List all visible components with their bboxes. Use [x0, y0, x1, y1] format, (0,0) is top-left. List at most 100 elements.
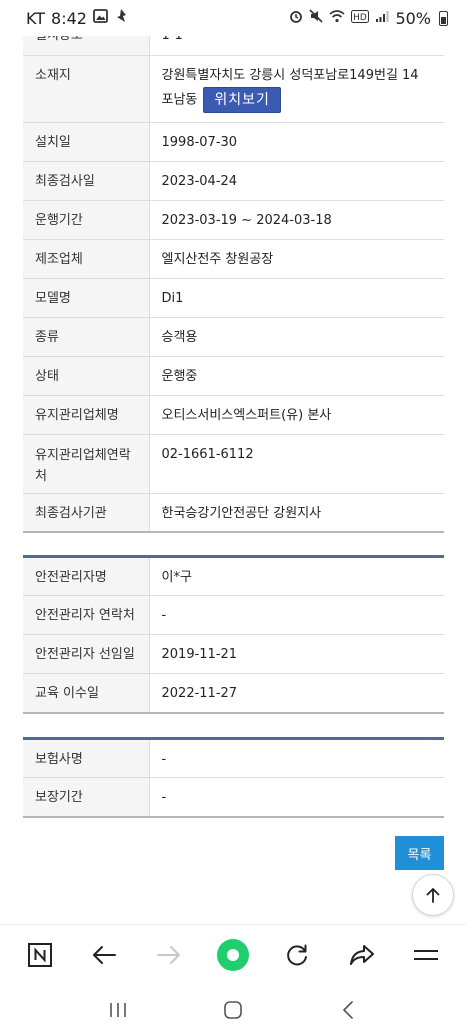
table-row: 최종검사기관 한국승강기안전공단 강원지사: [23, 493, 444, 533]
back-icon: [343, 1001, 354, 1019]
table-row: 제조업체 엘지산전주 창원공장: [23, 239, 444, 279]
row-label: 보장기간: [23, 777, 150, 818]
row-label: 모델명: [23, 278, 150, 318]
row-value: -: [149, 777, 444, 818]
row-value: 2023-04-24: [149, 161, 444, 201]
share-icon: [349, 944, 374, 965]
wifi-icon: [329, 9, 345, 27]
address-cell: 강원특별자치도 강릉시 성덕포남로149번길 14 포남동 위치보기: [149, 55, 444, 123]
carrier-label: KT: [26, 8, 46, 28]
status-bar: KT 8:42 HD 50%: [0, 0, 466, 36]
menu-icon: [413, 949, 438, 960]
recent-apps-button[interactable]: [98, 990, 138, 1030]
menu-button[interactable]: [402, 931, 450, 979]
alarm-icon: [289, 9, 303, 27]
table-row: 교육 이수일 2022-11-27: [23, 673, 444, 714]
row-label: 제조업체: [23, 239, 150, 279]
table-row: 최종검사일 2023-04-24: [23, 161, 444, 201]
row-value: 오티스서비스엑스퍼트(유) 본사: [149, 395, 444, 435]
row-value: 2023-03-19 ~ 2024-03-18: [149, 200, 444, 240]
view-location-button[interactable]: 위치보기: [203, 86, 281, 113]
row-value: 이*구: [149, 556, 444, 596]
naver-button[interactable]: [16, 931, 64, 979]
table-row: 설치일 1998-07-30: [23, 122, 444, 162]
table-row: 안전관리자 선임일 2019-11-21: [23, 634, 444, 674]
notification-app-icon: [114, 8, 128, 28]
row-label: 설치일: [23, 122, 150, 162]
table-row: 모델명 Di1: [23, 278, 444, 318]
safety-manager-table: 안전관리자명 이*구 안전관리자 연락처 - 안전관리자 선임일 2019-11…: [23, 555, 444, 714]
svg-text:HD: HD: [354, 13, 368, 23]
row-value: 한국승강기안전공단 강원지사: [149, 493, 444, 533]
row-value: 02-1661-6112: [149, 434, 444, 494]
status-right: HD 50%: [289, 9, 448, 28]
naver-n-icon: [28, 942, 53, 967]
row-label: 최종검사일: [23, 161, 150, 201]
arrow-up-icon: [426, 888, 440, 903]
signal-icon: [375, 10, 389, 27]
home-icon: [224, 1001, 242, 1019]
table-row: 종류 승객용: [23, 317, 444, 357]
row-value: Di1: [149, 278, 444, 318]
row-label: 유지관리업체연락처: [23, 434, 150, 494]
row-label: 유지관리업체명: [23, 395, 150, 435]
insurance-table: 보험사명 - 보장기간 -: [23, 737, 444, 818]
table-row: 유지관리업체연락처 02-1661-6112: [23, 434, 444, 494]
row-label: 안전관리자명: [23, 556, 150, 596]
row-label: 상태: [23, 356, 150, 396]
row-value: -: [149, 595, 444, 635]
table-row: 유지관리업체명 오티스서비스엑스퍼트(유) 본사: [23, 395, 444, 435]
mute-icon: [309, 9, 324, 27]
table-row: 상태 운행중: [23, 356, 444, 396]
row-label: 교육 이수일: [23, 673, 150, 714]
home-button[interactable]: [209, 931, 257, 979]
refresh-icon: [287, 944, 308, 965]
home-dot-icon: [216, 938, 249, 971]
table-row: 소재지 강원특별자치도 강릉시 성덕포남로149번길 14 포남동 위치보기: [23, 55, 444, 123]
forward-button[interactable]: [145, 931, 193, 979]
row-label: 운행기간: [23, 200, 150, 240]
elevator-info-table: 설치장소 1-1 소재지 강원특별자치도 강릉시 성덕포남로149번길 14 포…: [23, 36, 444, 533]
status-left: KT 8:42: [26, 8, 128, 28]
row-value: -: [149, 738, 444, 778]
clock: 8:42: [51, 8, 87, 28]
battery-percent: 50%: [395, 8, 431, 28]
row-value: 엘지산전주 창원공장: [149, 239, 444, 279]
row-value: 2022-11-27: [149, 673, 444, 714]
row-label: 최종검사기관: [23, 493, 150, 533]
table-row: 안전관리자명 이*구: [23, 556, 444, 596]
battery-icon: [439, 10, 448, 26]
table-row: 안전관리자 연락처 -: [23, 595, 444, 635]
table-row: 보장기간 -: [23, 777, 444, 818]
refresh-button[interactable]: [273, 931, 321, 979]
row-label: 소재지: [23, 55, 150, 123]
table-row: 설치장소 1-1: [23, 36, 444, 56]
system-navigation-bar: [0, 984, 466, 1036]
row-value: 운행중: [149, 356, 444, 396]
page-content[interactable]: 설치장소 1-1 소재지 강원특별자치도 강릉시 성덕포남로149번길 14 포…: [0, 36, 466, 924]
back-arrow-icon: [93, 945, 117, 964]
table-row: 보험사명 -: [23, 738, 444, 778]
address-text: 강원특별자치도 강릉시 성덕포남로149번길 14 포남동: [161, 67, 419, 108]
share-button[interactable]: [338, 931, 386, 979]
row-label: 보험사명: [23, 738, 150, 778]
forward-arrow-icon: [156, 945, 180, 964]
row-label: 안전관리자 연락처: [23, 595, 150, 635]
system-back-button[interactable]: [328, 990, 368, 1030]
row-label: 안전관리자 선임일: [23, 634, 150, 674]
row-value: 1998-07-30: [149, 122, 444, 162]
row-label: 설치장소: [23, 36, 150, 56]
system-home-button[interactable]: [213, 990, 253, 1030]
row-value: 1-1: [149, 36, 444, 56]
scroll-top-button[interactable]: [412, 874, 454, 916]
table-row: 운행기간 2023-03-19 ~ 2024-03-18: [23, 200, 444, 240]
row-label: 종류: [23, 317, 150, 357]
list-button[interactable]: 목록: [395, 836, 444, 870]
recent-apps-icon: [109, 1003, 126, 1017]
browser-toolbar: [0, 924, 466, 984]
row-value: 승객용: [149, 317, 444, 357]
back-button[interactable]: [80, 931, 128, 979]
gallery-icon: [93, 9, 108, 27]
row-value: 2019-11-21: [149, 634, 444, 674]
hd-voice-icon: HD: [351, 9, 370, 27]
